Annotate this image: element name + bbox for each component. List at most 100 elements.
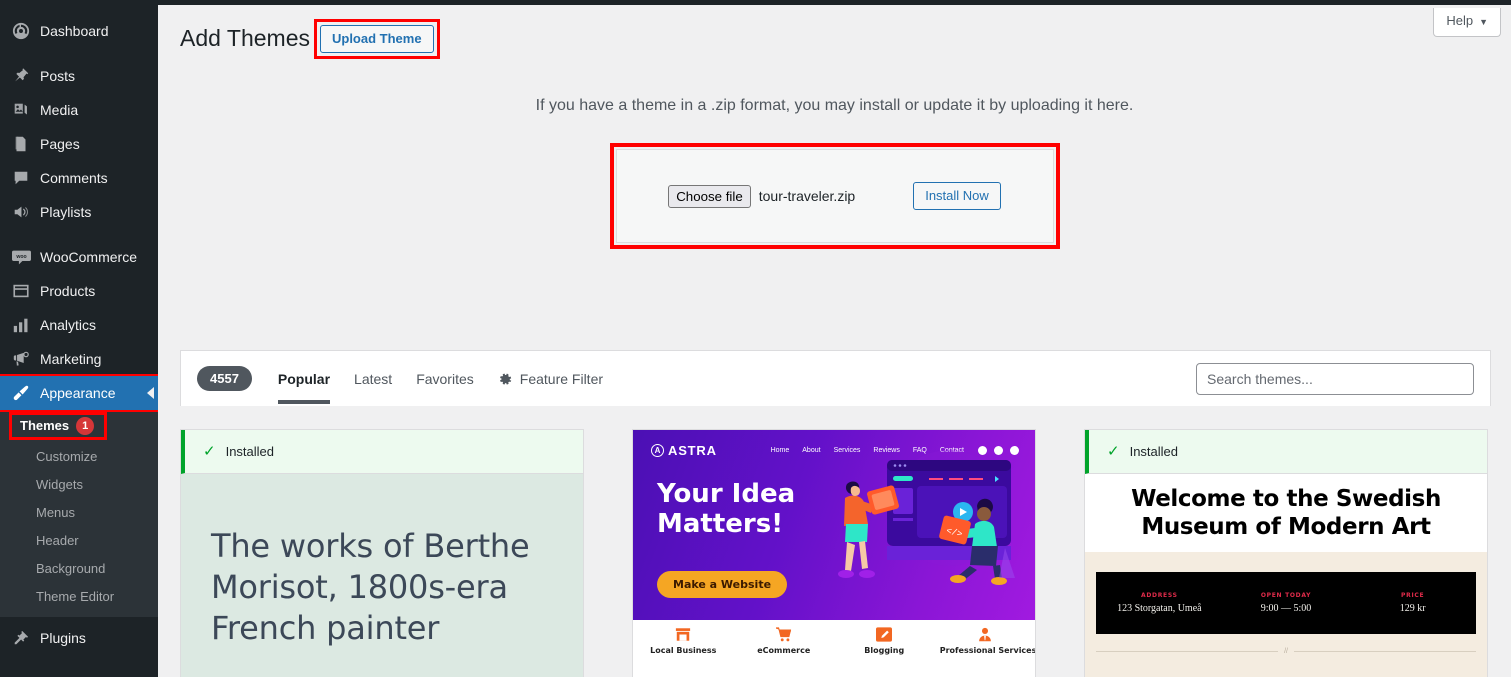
sidebar-item-label: Products <box>40 283 96 299</box>
sidebar-item-menus[interactable]: Menus <box>0 499 158 527</box>
filter-tab-favorites[interactable]: Favorites <box>404 353 486 404</box>
file-input-row: Choose file tour-traveler.zip <box>668 184 855 208</box>
upload-theme-button[interactable]: Upload Theme <box>319 25 434 53</box>
theme-upload-form: Choose file tour-traveler.zip Install No… <box>615 149 1054 243</box>
theme-grid: ✓ Installed The works of Berthe Morisot,… <box>180 429 1488 677</box>
wordpress-admin-screen: Dashboard Posts Media Pages Comments Pla… <box>0 0 1511 677</box>
museum-title-band: Welcome to the Swedish Museum of Modern … <box>1085 474 1487 552</box>
astra-feature-label: Blogging <box>864 646 905 655</box>
sidebar-item-analytics[interactable]: Analytics <box>0 308 158 342</box>
sidebar-item-pages[interactable]: Pages <box>0 127 158 161</box>
sidebar-item-label: Marketing <box>40 351 102 367</box>
main-content: Help ▼ Add Themes Upload Theme If you hav… <box>158 5 1511 677</box>
person-tie-icon <box>940 625 1030 643</box>
search-input[interactable] <box>1196 362 1474 395</box>
upload-form-highlight-box: Choose file tour-traveler.zip Install No… <box>609 143 1060 249</box>
sidebar-item-media[interactable]: Media <box>0 93 158 127</box>
themes-update-badge: 1 <box>76 417 95 435</box>
pages-icon <box>10 134 32 154</box>
sidebar-item-marketing[interactable]: Marketing <box>0 342 158 376</box>
astra-nav-link: About <box>802 447 821 454</box>
museum-info-column: PRICE 129 kr <box>1349 592 1476 614</box>
help-tab-button[interactable]: Help ▼ <box>1433 8 1501 37</box>
choose-file-button[interactable]: Choose file <box>668 184 751 208</box>
search-wrapper <box>1196 362 1474 395</box>
storefront-icon <box>638 625 728 643</box>
page-title: Add Themes <box>180 25 310 52</box>
install-now-button[interactable]: Install Now <box>913 182 1001 210</box>
sidebar-item-themes[interactable]: Themes 1 <box>20 417 95 435</box>
sidebar-item-appearance[interactable]: Appearance <box>0 376 158 410</box>
museum-info-value: 123 Storgatan, Umeå <box>1117 603 1202 614</box>
pencil-icon <box>839 625 929 643</box>
woo-icon: woo <box>10 247 32 267</box>
astra-feature: Blogging <box>839 625 929 655</box>
themes-highlight-box: Themes 1 <box>9 412 108 440</box>
astra-headline-line2: Matters! <box>657 508 784 539</box>
media-icon <box>10 100 32 120</box>
sidebar-item-background[interactable]: Background <box>0 555 158 583</box>
theme-card[interactable]: ✓ Installed The works of Berthe Morisot,… <box>180 429 584 677</box>
sidebar-item-woocommerce[interactable]: woo WooCommerce <box>0 240 158 274</box>
astra-logo-mark: A <box>651 444 664 457</box>
products-icon <box>10 281 32 301</box>
sidebar-item-label: Playlists <box>40 204 92 220</box>
sidebar-item-label: Dashboard <box>40 23 109 39</box>
appearance-submenu: Themes 1 Customize Widgets Menus Header … <box>0 410 158 617</box>
theme-card[interactable]: A ASTRA Home About Services Reviews FAQ <box>632 429 1036 677</box>
help-label: Help <box>1446 13 1474 28</box>
astra-feature: eCommerce <box>739 625 829 655</box>
check-icon: ✓ <box>1107 443 1120 460</box>
museum-info-value: 9:00 — 5:00 <box>1260 603 1312 614</box>
check-icon: ✓ <box>203 443 216 460</box>
astra-feature-label: Local Business <box>650 646 717 655</box>
astra-cta-button: Make a Website <box>657 571 788 598</box>
sidebar-item-label: Analytics <box>40 317 97 333</box>
svg-text:woo: woo <box>15 253 26 259</box>
museum-info-heading: ADDRESS <box>1141 592 1178 599</box>
feature-filter-button[interactable]: Feature Filter <box>486 353 615 404</box>
astra-feature-label: eCommerce <box>757 646 811 655</box>
comment-icon <box>10 168 32 188</box>
museum-info-column: ADDRESS 123 Storgatan, Umeå <box>1096 592 1223 614</box>
sidebar-item-products[interactable]: Products <box>0 274 158 308</box>
museum-info-bar: ADDRESS 123 Storgatan, Umeå OPEN TODAY 9… <box>1096 572 1476 634</box>
sidebar-item-customize[interactable]: Customize <box>0 443 158 471</box>
sidebar-item-playlists[interactable]: Playlists <box>0 195 158 229</box>
sidebar-item-theme-editor[interactable]: Theme Editor <box>0 583 158 611</box>
sidebar-item-posts[interactable]: Posts <box>0 59 158 93</box>
museum-info-value: 129 kr <box>1399 603 1426 614</box>
filter-tab-popular[interactable]: Popular <box>266 353 342 404</box>
astra-headline: Your Idea Matters! <box>657 479 795 539</box>
sidebar-item-label: Plugins <box>40 630 86 646</box>
plug-icon <box>10 628 32 648</box>
sidebar-item-plugins[interactable]: Plugins <box>0 621 158 655</box>
astra-feature-label: Professional Services <box>939 646 1035 655</box>
astra-nav-link: Home <box>770 447 790 454</box>
museum-divider: // <box>1096 648 1477 655</box>
installed-label: Installed <box>1129 444 1178 459</box>
sidebar-subitem-label: Themes <box>20 418 70 433</box>
astra-wordmark: ASTRA <box>668 443 717 458</box>
museum-info-heading: PRICE <box>1401 592 1425 599</box>
pin-icon <box>10 66 32 86</box>
page-header: Add Themes Upload Theme <box>158 5 1511 59</box>
filter-tab-latest[interactable]: Latest <box>342 353 404 404</box>
appearance-highlight-box: Appearance <box>0 374 160 412</box>
theme-preview-headline: The works of Berthe Morisot, 1800s-era F… <box>211 527 530 647</box>
installed-status-bar: ✓ Installed <box>181 430 583 474</box>
sidebar-item-header[interactable]: Header <box>0 527 158 555</box>
gear-icon <box>498 372 513 387</box>
theme-card[interactable]: ✓ Installed Welcome to the Swedish Museu… <box>1084 429 1488 677</box>
upload-theme-highlight-box: Upload Theme <box>313 19 440 59</box>
astra-feature-row: Local Business eCommerce Blogging Profes… <box>633 620 1035 660</box>
sidebar-item-widgets[interactable]: Widgets <box>0 471 158 499</box>
installed-label: Installed <box>225 444 274 459</box>
submenu-arrow-icon <box>147 387 154 399</box>
sidebar-item-comments[interactable]: Comments <box>0 161 158 195</box>
admin-sidebar: Dashboard Posts Media Pages Comments Pla… <box>0 0 160 677</box>
speaker-icon <box>10 202 32 222</box>
upload-instructions: If you have a theme in a .zip format, yo… <box>535 97 1134 114</box>
sidebar-item-dashboard[interactable]: Dashboard <box>0 14 158 48</box>
sidebar-item-label: Appearance <box>40 385 116 401</box>
